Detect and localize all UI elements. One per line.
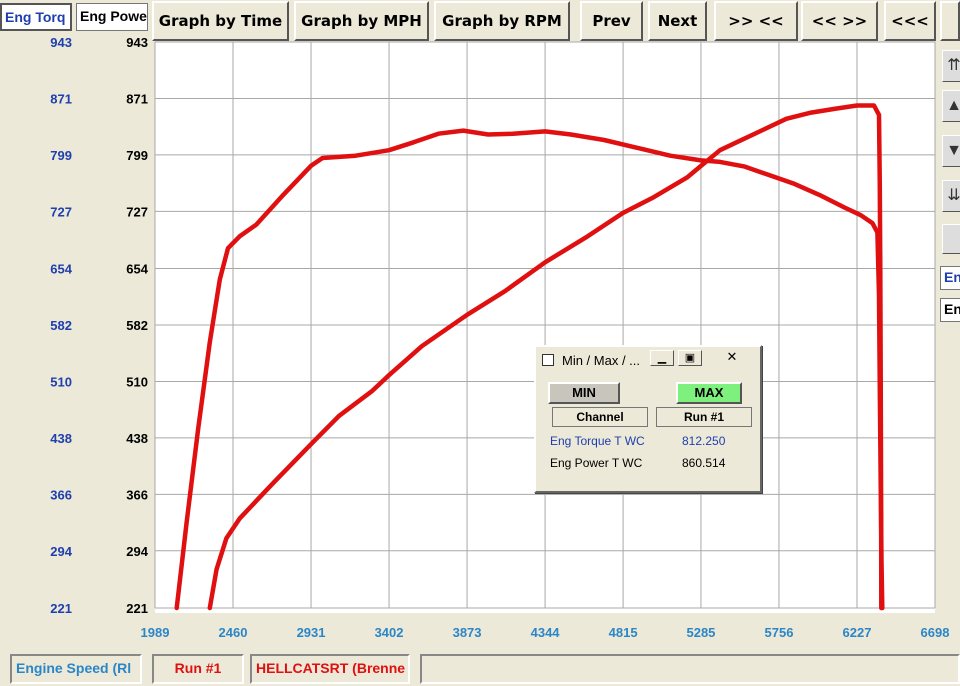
y-tick-label-left: 943 bbox=[50, 35, 72, 50]
y-tick-label-left: 582 bbox=[50, 318, 72, 333]
x-tick-label: 4344 bbox=[531, 625, 561, 640]
dialog-title: Min / Max / ... bbox=[542, 353, 640, 368]
min-button[interactable]: MIN bbox=[548, 382, 620, 404]
window-icon bbox=[542, 354, 554, 366]
y-tick-label-left: 294 bbox=[50, 544, 72, 559]
y-tick-label-right: 871 bbox=[126, 91, 148, 106]
x-tick-label: 5756 bbox=[765, 625, 794, 640]
x-tick-label: 6227 bbox=[843, 625, 872, 640]
x-tick-label: 1989 bbox=[141, 625, 170, 640]
x-tick-label: 3873 bbox=[453, 625, 482, 640]
dyno-chart: 943 871 799 727 654 582 510 438 366 294 221 943 871… bbox=[50, 35, 950, 640]
status-axis-label[interactable]: Engine Speed (Rl bbox=[10, 654, 142, 684]
y-tick-label-right: 799 bbox=[126, 148, 148, 163]
min-max-dialog[interactable]: Min / Max / ... ▁ ▣ ✕ MIN MAX Channel Ru… bbox=[534, 345, 762, 493]
y-tick-label-right: 366 bbox=[126, 487, 148, 502]
x-tick-label: 4815 bbox=[609, 625, 638, 640]
y-tick-label-left: 799 bbox=[50, 148, 72, 163]
y-tick-label-left: 221 bbox=[50, 601, 72, 616]
row-channel-torque: Eng Torque T WC bbox=[550, 434, 645, 448]
y-tick-label-right: 438 bbox=[126, 431, 148, 446]
x-tick-label: 6698 bbox=[921, 625, 950, 640]
y-axis-left-labels: 943 871 799 727 654 582 510 438 366 294 221 bbox=[50, 35, 72, 616]
minimize-icon[interactable]: ▁ bbox=[650, 350, 674, 366]
row-value-power: 860.514 bbox=[682, 456, 726, 470]
max-button[interactable]: MAX bbox=[676, 382, 742, 404]
y-tick-label-left: 727 bbox=[50, 204, 72, 219]
y-tick-label-left: 654 bbox=[50, 262, 72, 277]
y-tick-label-right: 221 bbox=[126, 601, 148, 616]
y-tick-label-left: 366 bbox=[50, 487, 72, 502]
y-tick-label-right: 727 bbox=[126, 204, 148, 219]
x-tick-label: 3402 bbox=[375, 625, 404, 640]
y-tick-label-right: 582 bbox=[126, 318, 148, 333]
y-tick-label-right: 943 bbox=[126, 35, 148, 50]
channel-column-header: Channel bbox=[552, 407, 648, 427]
status-run-label[interactable]: Run #1 bbox=[152, 654, 244, 684]
x-tick-label: 2460 bbox=[219, 625, 248, 640]
y-tick-label-right: 294 bbox=[126, 544, 148, 559]
status-empty-field bbox=[420, 654, 960, 684]
y-tick-label-left: 438 bbox=[50, 431, 72, 446]
close-icon[interactable]: ✕ bbox=[720, 350, 744, 366]
y-axis-right-labels: 943 871 799 727 654 582 510 438 366 294 221 bbox=[126, 35, 148, 616]
status-vehicle-label[interactable]: HELLCATSRT (Brenne bbox=[250, 654, 410, 684]
row-channel-power: Eng Power T WC bbox=[550, 456, 643, 470]
y-tick-label-left: 510 bbox=[50, 374, 72, 389]
y-tick-label-left: 871 bbox=[50, 91, 72, 106]
y-tick-label-right: 510 bbox=[126, 374, 148, 389]
y-tick-label-right: 654 bbox=[126, 262, 148, 277]
x-tick-label: 5285 bbox=[686, 625, 715, 640]
x-tick-label: 2931 bbox=[297, 625, 326, 640]
row-value-torque: 812.250 bbox=[682, 434, 726, 448]
restore-icon[interactable]: ▣ bbox=[678, 350, 702, 366]
dialog-title-text: Min / Max / ... bbox=[562, 353, 641, 368]
x-axis-labels: 1989 2460 2931 3402 3873 4344 4815 5285 5756 6227… bbox=[141, 625, 950, 640]
run-column-header: Run #1 bbox=[656, 407, 752, 427]
